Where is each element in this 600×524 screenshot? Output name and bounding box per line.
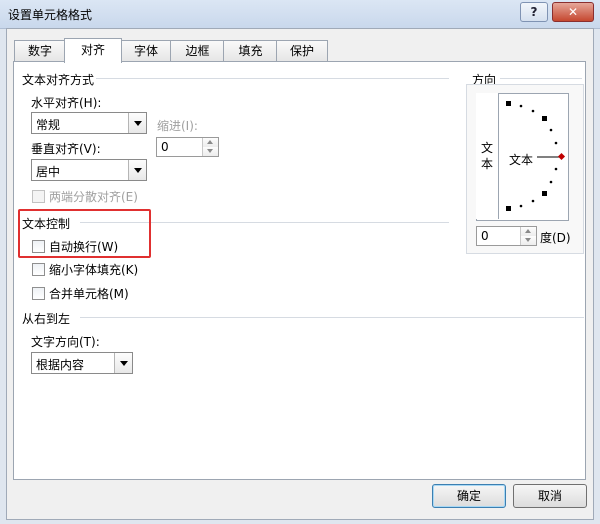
tab-font[interactable]: 字体 (120, 40, 172, 61)
dial-mark-lower (542, 191, 547, 196)
indent-spinner[interactable]: 0 (156, 137, 219, 157)
tab-number[interactable]: 数字 (14, 40, 66, 61)
spin-down-icon[interactable] (202, 147, 218, 156)
horizontal-align-label: 水平对齐(H): (31, 96, 102, 110)
degree-spinner[interactable]: 0 (476, 226, 537, 246)
indent-value: 0 (161, 140, 169, 154)
vertical-align-value: 居中 (36, 165, 61, 179)
vertical-align-select[interactable]: 居中 (31, 159, 147, 181)
dial-text: 文本 (509, 153, 534, 167)
orientation-separator (500, 78, 582, 79)
rtl-section-title: 从右到左 (22, 312, 71, 326)
shrink-to-fit-label: 缩小字体填充(K) (49, 263, 139, 277)
dial-pointer-handle (557, 152, 566, 161)
degree-value: 0 (481, 229, 489, 243)
shrink-to-fit-checkbox[interactable] (32, 263, 45, 276)
chevron-down-icon[interactable] (128, 113, 146, 133)
text-direction-select[interactable]: 根据内容 (31, 352, 133, 374)
cancel-button[interactable]: 取消 (513, 484, 587, 508)
tab-border[interactable]: 边框 (170, 40, 225, 61)
degree-label: 度(D) (540, 231, 571, 245)
alignment-separator (96, 78, 449, 79)
tab-alignment[interactable]: 对齐 (64, 38, 122, 63)
indent-label: 缩进(I): (157, 119, 198, 133)
wrap-text-checkbox[interactable] (32, 240, 45, 253)
text-direction-label: 文字方向(T): (31, 335, 100, 349)
merge-cells-checkbox[interactable] (32, 287, 45, 300)
tab-fill[interactable]: 填充 (223, 40, 278, 61)
chevron-down-icon[interactable] (128, 160, 146, 180)
horizontal-align-value: 常规 (36, 118, 61, 132)
spin-down-icon[interactable] (520, 236, 536, 245)
text-direction-value: 根据内容 (36, 358, 85, 372)
rtl-separator (80, 317, 584, 318)
close-button[interactable]: ✕ (552, 2, 594, 22)
alignment-section-title: 文本对齐方式 (22, 73, 95, 87)
window-title: 设置单元格格式 (8, 8, 93, 22)
distributed-label: 两端分散对齐(E) (49, 190, 138, 204)
merge-cells-label: 合并单元格(M) (49, 287, 129, 301)
distributed-checkbox[interactable] (32, 190, 45, 203)
dial-mark-bottom (506, 206, 511, 211)
chevron-down-icon[interactable] (114, 353, 132, 373)
horizontal-align-select[interactable]: 常规 (31, 112, 147, 134)
dial-mark-top (506, 101, 511, 106)
ok-button[interactable]: 确定 (432, 484, 506, 508)
help-button[interactable]: ? (520, 2, 548, 22)
wrap-text-label: 自动换行(W) (49, 240, 119, 254)
dial-mark-upper (542, 116, 547, 121)
vertical-text-label: 文本 (480, 141, 493, 171)
tab-protection[interactable]: 保护 (276, 40, 328, 61)
vertical-align-label: 垂直对齐(V): (31, 142, 101, 156)
